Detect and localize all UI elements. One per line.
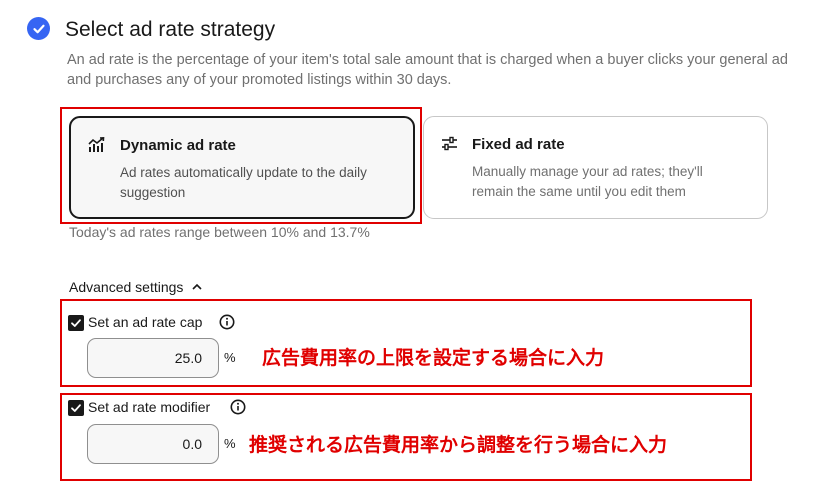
- ad-rate-modifier-input[interactable]: 0.0: [87, 424, 219, 464]
- ad-rate-cap-unit: %: [224, 350, 236, 365]
- advanced-settings-toggle[interactable]: Advanced settings: [69, 279, 203, 295]
- selected-check-icon: [27, 17, 50, 40]
- advanced-settings-label: Advanced settings: [69, 279, 184, 295]
- dynamic-ad-rate-card[interactable]: Dynamic ad rate Ad rates automatically u…: [69, 116, 415, 219]
- fixed-ad-rate-card[interactable]: Fixed ad rate Manually manage your ad ra…: [423, 116, 768, 219]
- dynamic-ad-rate-title: Dynamic ad rate: [120, 137, 236, 154]
- chevron-up-icon: [192, 283, 202, 290]
- fixed-ad-rate-description: Manually manage your ad rates; they'll r…: [472, 164, 703, 199]
- ad-rate-cap-input[interactable]: 25.0: [87, 338, 219, 378]
- info-icon[interactable]: [230, 399, 246, 415]
- ad-rate-range-note: Today's ad rates range between 10% and 1…: [69, 224, 370, 240]
- ad-rate-modifier-annotation: 推奨される広告費用率から調整を行う場合に入力: [249, 434, 668, 456]
- trend-up-icon: [88, 136, 105, 152]
- dynamic-ad-rate-description: Ad rates automatically update to the dai…: [120, 165, 367, 200]
- ad-rate-cap-label: Set an ad rate cap: [88, 314, 203, 330]
- section-description: An ad rate is the percentage of your ite…: [67, 52, 788, 88]
- ad-rate-modifier-label: Set ad rate modifier: [88, 399, 211, 415]
- info-icon[interactable]: [219, 314, 235, 330]
- ad-rate-modifier-unit: %: [224, 436, 236, 451]
- ad-rate-cap-annotation: 広告費用率の上限を設定する場合に入力: [262, 347, 605, 369]
- sliders-icon: [442, 136, 457, 151]
- ad-rate-modifier-checkbox[interactable]: [68, 400, 84, 416]
- fixed-ad-rate-title: Fixed ad rate: [472, 136, 565, 153]
- section-title: Select ad rate strategy: [65, 18, 276, 41]
- ad-rate-cap-checkbox[interactable]: [68, 315, 84, 331]
